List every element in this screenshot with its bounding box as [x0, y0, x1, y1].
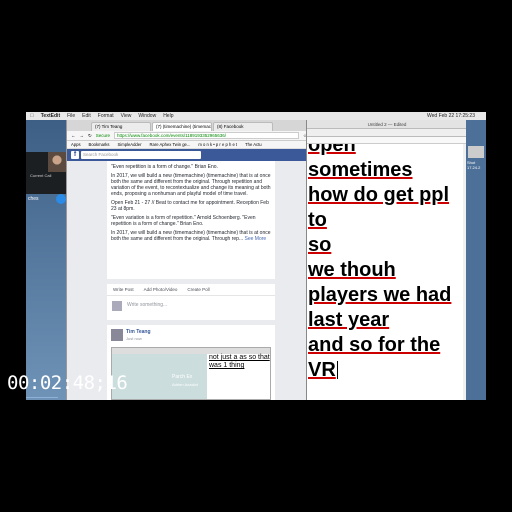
text-line: players we had	[308, 284, 452, 306]
bookmark-simpleadder[interactable]: SimpleAdder	[118, 142, 142, 147]
menu-format[interactable]: Format	[98, 113, 114, 119]
screenshot-file-label[interactable]: Shot 17.24.2	[467, 160, 486, 170]
avatar	[112, 301, 122, 311]
text-document[interactable]: open sometimes how do get ppl to so we t…	[307, 144, 463, 400]
write-post-button[interactable]: Write Post	[113, 287, 134, 292]
tab-timemachine[interactable]: (7) (timemachine) (timemachi	[152, 122, 212, 131]
post-line: Open Feb 21 - 27 // Beat to contact me f…	[111, 200, 269, 212]
menu-app-name[interactable]: TextEdit	[41, 113, 60, 119]
bookmark-aphex[interactable]: Rare Aphex Twin ge...	[149, 142, 190, 147]
facebook-search-input[interactable]: Search Facebook	[81, 151, 201, 159]
textedit-window: Untitled 2 — Edited open sometimes how d…	[306, 120, 467, 400]
composer-input[interactable]: Write something...	[127, 302, 167, 308]
call-side-text: ches	[28, 196, 39, 202]
chrome-window: (7) Tim Teang (7) (timemachine) (timemac…	[66, 120, 307, 400]
facebook-logo-icon[interactable]: f	[71, 151, 79, 159]
menu-help[interactable]: Help	[163, 113, 173, 119]
post-screenshot-image[interactable]: Parch Ex Adrien Azzolini not just a as s…	[111, 347, 271, 400]
ruler[interactable]	[307, 137, 467, 144]
url-field[interactable]: https://www.facebook.com/events/11891933…	[114, 132, 299, 139]
format-toolbar[interactable]	[307, 129, 467, 137]
text-line: last year	[308, 309, 390, 331]
timecode-progress-line	[26, 397, 58, 398]
menu-edit[interactable]: Edit	[82, 113, 91, 119]
tab-strip: (7) Tim Teang (7) (timemachine) (timemac…	[67, 120, 307, 131]
shared-post: Tim Teang Just now Parch Ex Adrien Azzol…	[107, 325, 275, 400]
avatar	[111, 329, 123, 341]
textedit-title[interactable]: Untitled 2 — Edited	[307, 120, 467, 129]
see-more-link[interactable]: See More	[245, 236, 267, 242]
bookmark-monk[interactable]: m o n k • p r e p h e t	[198, 142, 237, 147]
screenshot-text: not just a as so that was 1 thing	[207, 354, 270, 399]
post-line: In 2017, we will build a new (timemachin…	[111, 173, 271, 197]
text-line: we thouh	[308, 259, 396, 281]
event-description-post: "Even repetition is a form of change." B…	[107, 161, 275, 279]
text-line-last: VR	[307, 358, 463, 383]
bookmark-apps[interactable]: Apps	[71, 142, 81, 147]
back-icon[interactable]: ←	[71, 133, 76, 138]
bookmark-actu[interactable]: The Actu	[245, 142, 262, 147]
post-line: "Even repetition is a form of change." B…	[111, 164, 218, 170]
address-bar: ← → ↻ Secure https://www.facebook.com/ev…	[67, 131, 307, 141]
text-line: and so for the	[308, 334, 441, 356]
text-line: how do get ppl	[308, 184, 450, 206]
screenshot-label: Parch Ex	[172, 374, 193, 380]
menu-file[interactable]: File	[67, 113, 75, 119]
mute-button[interactable]	[56, 194, 66, 204]
post-composer: Write Post Add Photo/Video Create Poll W…	[107, 284, 275, 320]
tab-tim-teang[interactable]: (7) Tim Teang	[91, 122, 151, 131]
text-line: sometimes	[308, 159, 413, 181]
reload-icon[interactable]: ↻	[88, 133, 92, 139]
screenshot-label-2: Adrien Azzolini	[172, 382, 199, 387]
desktop-right: Shot 17.24.2	[466, 120, 486, 400]
secure-label: Secure	[95, 133, 111, 138]
text-line: VR	[308, 359, 336, 381]
menu-window[interactable]: Window	[138, 113, 156, 119]
menubar-clock[interactable]: Wed Feb 22 17:25:23	[427, 113, 475, 119]
post-author[interactable]: Tim Teang	[126, 329, 151, 335]
forward-icon[interactable]: →	[80, 133, 85, 138]
text-line: to	[308, 209, 327, 231]
caller-video	[48, 152, 66, 172]
facebook-header: f Search Facebook	[67, 149, 307, 161]
apple-icon[interactable]: 	[30, 113, 34, 119]
call-label: Current Call	[30, 173, 52, 178]
video-timecode: 00:02:48;16	[7, 372, 128, 394]
tab-facebook[interactable]: (8) Facebook	[213, 122, 273, 131]
text-caret	[336, 361, 338, 379]
bookmark-bookmarks[interactable]: Bookmarks	[89, 142, 110, 147]
post-line: "Even variation is a form of repetition.…	[111, 215, 256, 227]
screenshot-file-icon[interactable]	[468, 146, 484, 158]
text-line: open	[308, 144, 356, 156]
create-poll-button[interactable]: Create Poll	[187, 287, 209, 292]
post-time[interactable]: Just now	[126, 336, 142, 341]
screen-recording:  TextEdit File Edit Format View Window …	[26, 112, 486, 400]
text-line: so	[308, 234, 332, 256]
menu-view[interactable]: View	[121, 113, 132, 119]
add-photo-button[interactable]: Add Photo/Video	[144, 287, 178, 292]
bookmarks-bar: Apps Bookmarks SimpleAdder Rare Aphex Tw…	[67, 141, 307, 149]
mac-menubar:  TextEdit File Edit Format View Window …	[26, 112, 486, 120]
